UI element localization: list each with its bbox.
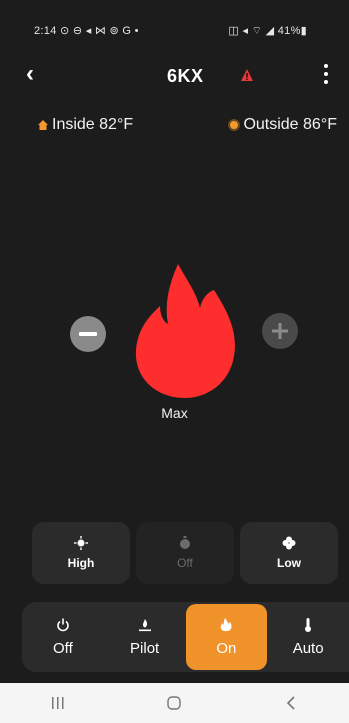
fan-low-label: Low — [277, 556, 301, 570]
warning-icon[interactable] — [240, 68, 254, 82]
mode-pilot-label: Pilot — [130, 639, 160, 657]
app-header: ‹ 6KX — [0, 62, 349, 96]
fan-off-button[interactable]: Off — [136, 522, 234, 584]
flame-icon — [135, 264, 235, 398]
minus-icon — [79, 332, 97, 336]
power-icon — [57, 618, 69, 631]
status-time-and-notifications: 2:14 ⊙ ⊖ ◂ ⋈ ⊚ G • — [34, 25, 139, 37]
flame-level-label: Max — [161, 405, 188, 421]
decrease-flame-button[interactable] — [70, 316, 106, 352]
increase-flame-button[interactable] — [262, 313, 298, 349]
temperature-row: Inside 82°F Outside 86°F — [0, 116, 349, 138]
mode-pilot-button[interactable]: Pilot — [104, 602, 186, 672]
mode-selector: Off Pilot On Auto — [22, 602, 349, 672]
fan-speed-selector: High Off Low — [32, 522, 342, 584]
pilot-flame-icon — [138, 618, 151, 631]
fan-low-button[interactable]: Low — [240, 522, 338, 584]
recent-apps-icon — [52, 697, 64, 709]
home-icon — [38, 120, 48, 130]
mode-auto-button[interactable]: Auto — [267, 602, 349, 672]
system-navigation-bar — [0, 683, 349, 723]
status-system-indicators: ◫ ◂ ⌔ ◢ 41%▮ — [228, 25, 307, 37]
flame-small-icon — [221, 617, 232, 631]
fan-icon — [282, 536, 296, 550]
inside-temperature-label: Inside 82°F — [52, 116, 134, 133]
back-chevron-icon — [286, 696, 295, 710]
outside-temperature-label: Outside 86°F — [243, 116, 337, 133]
timer-icon — [180, 536, 190, 549]
plus-icon — [272, 323, 288, 339]
fan-high-label: High — [67, 556, 95, 570]
more-options-icon[interactable] — [323, 64, 329, 86]
page-title: 6KX — [167, 66, 204, 86]
back-button[interactable] — [271, 693, 311, 713]
mode-on-button[interactable]: On — [185, 604, 268, 670]
fan-off-label: Off — [177, 556, 193, 570]
mode-off-label: Off — [53, 639, 73, 657]
mode-auto-label: Auto — [292, 639, 324, 657]
status-bar: 2:14 ⊙ ⊖ ◂ ⋈ ⊚ G • ◫ ◂ ⌔ ◢ 41%▮ — [0, 0, 349, 62]
back-arrow-icon[interactable]: ‹ — [26, 62, 34, 86]
fan-high-button[interactable]: High — [32, 522, 130, 584]
inside-temperature: Inside 82°F — [38, 116, 133, 134]
home-button[interactable] — [154, 693, 194, 713]
mode-off-button[interactable]: Off — [22, 602, 104, 672]
sun-bright-icon — [74, 536, 88, 550]
outside-temperature: Outside 86°F — [230, 116, 337, 134]
home-circle-icon — [167, 696, 182, 710]
thermometer-icon — [305, 617, 312, 632]
mode-on-label: On — [216, 639, 237, 657]
sun-icon — [230, 121, 239, 129]
recent-apps-button[interactable] — [38, 693, 78, 713]
